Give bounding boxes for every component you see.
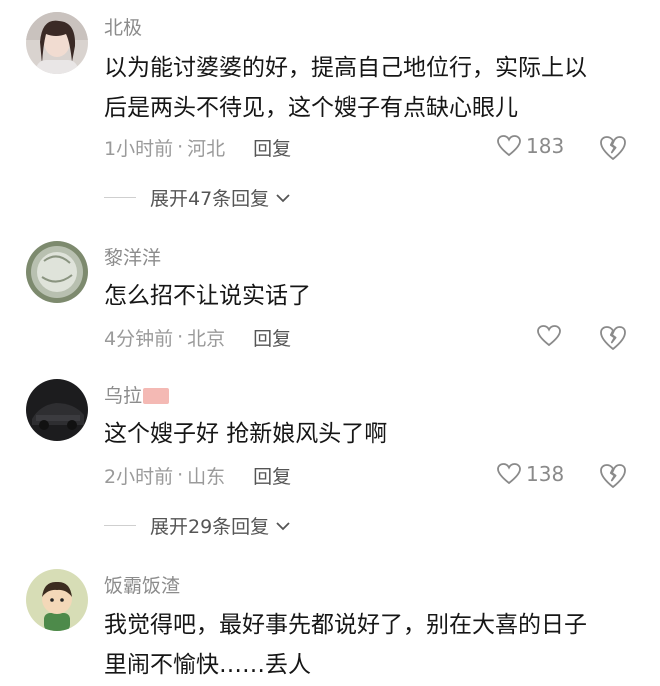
expand-replies-label: 展开47条回复 bbox=[150, 188, 270, 210]
comment-text-line: 我觉得吧，最好事先都说好了，别在大喜的日子 bbox=[104, 612, 587, 638]
comment-location: 河北 bbox=[187, 137, 226, 160]
chevron-down-icon bbox=[276, 193, 290, 202]
comment-text-line: 后是两头不待见，这个嫂子有点缺心眼儿 bbox=[104, 95, 518, 121]
reply-button[interactable]: 回复 bbox=[253, 462, 291, 489]
comment-meta: 1小时前 · 河北 回复 bbox=[104, 132, 291, 162]
like-count: 138 bbox=[526, 462, 565, 486]
comment-text-line: 以为能讨婆婆的好，提高自己地位行，实际上以 bbox=[104, 55, 587, 81]
like-button[interactable]: 138 bbox=[496, 462, 564, 486]
comment-time: 4分钟前 bbox=[104, 327, 174, 350]
chevron-down-icon bbox=[276, 521, 290, 530]
avatar[interactable] bbox=[26, 569, 88, 631]
comment-location: 北京 bbox=[187, 327, 226, 350]
broken-heart-icon[interactable] bbox=[598, 324, 628, 352]
avatar[interactable] bbox=[26, 379, 88, 441]
broken-heart-icon[interactable] bbox=[598, 134, 628, 162]
like-count: 183 bbox=[526, 134, 565, 158]
comment-meta: 2小时前 · 山东 回复 bbox=[104, 460, 291, 490]
comment-text: 以为能讨婆婆的好，提高自己地位行，实际上以 后是两头不待见，这个嫂子有点缺心眼儿 bbox=[104, 48, 644, 128]
meta-separator: · bbox=[177, 136, 184, 158]
expand-divider bbox=[104, 197, 136, 198]
comment-text: 我觉得吧，最好事先都说好了，别在大喜的日子 里闹不愉快……丢人 bbox=[104, 605, 644, 685]
comment-time: 2小时前 bbox=[104, 465, 174, 488]
comment-item: 北极 以为能讨婆婆的好，提高自己地位行，实际上以 后是两头不待见，这个嫂子有点缺… bbox=[0, 0, 660, 240]
comment-text-line: 里闹不愉快……丢人 bbox=[104, 652, 311, 678]
comment-location: 山东 bbox=[187, 465, 226, 488]
heart-icon bbox=[497, 135, 521, 157]
like-button[interactable]: 183 bbox=[496, 134, 564, 158]
expand-replies-button[interactable]: 展开47条回复 bbox=[104, 184, 291, 211]
meta-separator: · bbox=[177, 464, 184, 486]
comment-username[interactable]: 黎洋洋 bbox=[104, 246, 161, 270]
comment-text-line: 这个嫂子好 抢新娘风头了啊 bbox=[104, 421, 388, 447]
expand-replies-button[interactable]: 展开29条回复 bbox=[104, 512, 291, 539]
flag-icon bbox=[143, 388, 170, 404]
comment-meta: 4分钟前 · 北京 回复 bbox=[104, 322, 291, 352]
like-button[interactable] bbox=[536, 324, 566, 348]
comment-username-text: 乌拉 bbox=[104, 385, 143, 407]
heart-icon bbox=[497, 463, 521, 485]
heart-icon bbox=[537, 325, 561, 347]
comment-text: 怎么招不让说实话了 bbox=[104, 276, 644, 316]
broken-heart-icon[interactable] bbox=[598, 462, 628, 490]
avatar[interactable] bbox=[26, 12, 88, 74]
expand-divider bbox=[104, 525, 136, 526]
avatar[interactable] bbox=[26, 241, 88, 303]
reply-button[interactable]: 回复 bbox=[253, 324, 291, 351]
comment-time: 1小时前 bbox=[104, 137, 174, 160]
comment-username[interactable]: 饭霸饭渣 bbox=[104, 574, 180, 598]
expand-replies-label: 展开29条回复 bbox=[150, 516, 270, 538]
reply-button[interactable]: 回复 bbox=[253, 134, 291, 161]
comment-username[interactable]: 乌拉 bbox=[104, 384, 170, 408]
comment-text-line: 怎么招不让说实话了 bbox=[104, 283, 311, 309]
comment-text: 这个嫂子好 抢新娘风头了啊 bbox=[104, 414, 644, 454]
comment-username[interactable]: 北极 bbox=[104, 16, 142, 40]
meta-separator: · bbox=[177, 326, 184, 348]
